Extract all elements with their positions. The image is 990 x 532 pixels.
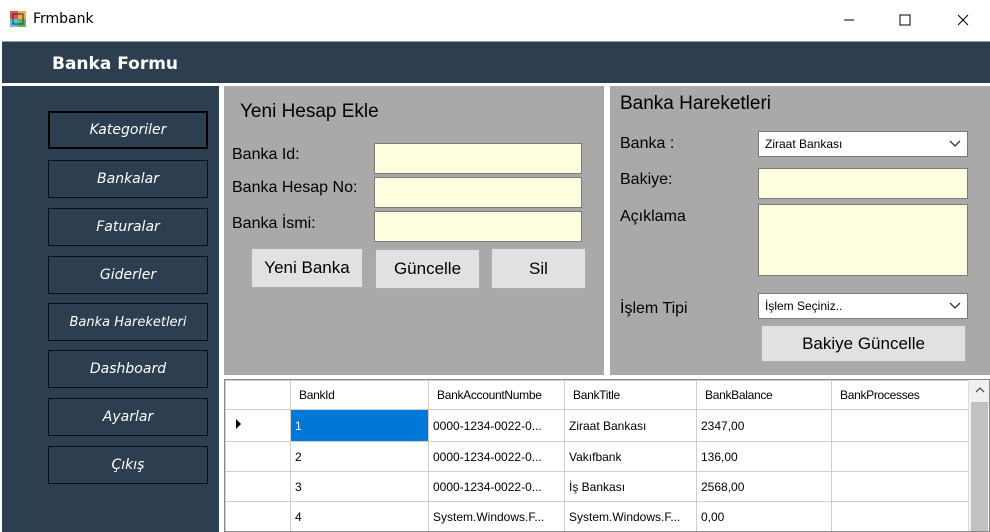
window-title: Frmbank xyxy=(33,11,94,27)
sidebar-item-ayarlar[interactable]: Ayarlar xyxy=(48,398,208,436)
row-header[interactable] xyxy=(225,501,291,531)
minimize-icon xyxy=(844,19,854,21)
cell-bankid[interactable]: 2 xyxy=(290,441,429,472)
maximize-button[interactable] xyxy=(882,0,928,40)
delete-button[interactable]: Sil xyxy=(491,248,586,289)
form-header: Banka Formu xyxy=(2,41,990,83)
new-account-panel: Yeni Hesap Ekle Banka Id: Banka Hesap No… xyxy=(224,86,604,375)
current-row-arrow-icon xyxy=(236,419,241,429)
account-no-label: Banka Hesap No: xyxy=(232,179,358,196)
scroll-up-button[interactable] xyxy=(969,380,989,400)
transactions-panel: Banka Hareketleri Banka : Ziraat Bankası… xyxy=(610,86,990,375)
transaction-type-value: İşlem Seçiniz.. xyxy=(765,299,843,313)
cell-bank-processes[interactable] xyxy=(831,471,971,502)
row-header[interactable] xyxy=(225,441,291,472)
cell-bank-processes[interactable] xyxy=(831,501,971,531)
bank-select-label: Banka : xyxy=(620,135,675,152)
update-balance-button[interactable]: Bakiye Güncelle xyxy=(761,325,966,362)
sidebar-item-banka-hareketleri[interactable]: Banka Hareketleri xyxy=(48,303,208,341)
vertical-scrollbar[interactable] xyxy=(968,380,989,531)
account-no-field[interactable] xyxy=(374,177,582,208)
cell-bank-balance[interactable]: 136,00 xyxy=(696,441,832,472)
sidebar-item-faturalar[interactable]: Faturalar xyxy=(48,208,208,246)
cell-bankid[interactable]: 4 xyxy=(290,501,429,531)
sidebar-item-giderler[interactable]: Giderler xyxy=(48,256,208,294)
sidebar: Kategoriler Bankalar Faturalar Giderler … xyxy=(2,86,219,532)
description-field[interactable] xyxy=(758,204,968,276)
cell-bank-title[interactable]: Ziraat Bankası xyxy=(564,409,697,442)
row-header-corner xyxy=(225,380,291,410)
header-title: Banka Formu xyxy=(52,54,179,74)
bank-data-grid[interactable]: BankId BankAccountNumbe BankTitle BankBa… xyxy=(224,379,990,532)
cell-bankid[interactable]: 3 xyxy=(290,471,429,502)
row-header[interactable] xyxy=(225,471,291,502)
new-bank-button[interactable]: Yeni Banka xyxy=(251,248,363,288)
cell-account-number[interactable]: 0000-1234-0022-0... xyxy=(428,409,565,442)
cell-bank-processes[interactable] xyxy=(831,409,971,442)
bank-select-value: Ziraat Bankası xyxy=(765,137,843,151)
cell-bankid[interactable]: 1 xyxy=(290,409,429,442)
transactions-title: Banka Hareketleri xyxy=(620,93,772,114)
scrollbar-thumb[interactable] xyxy=(971,402,988,531)
chevron-down-icon xyxy=(949,140,961,147)
cell-bank-balance[interactable]: 0,00 xyxy=(696,501,832,531)
cell-bank-balance[interactable]: 2347,00 xyxy=(696,409,832,442)
sidebar-item-bankalar[interactable]: Bankalar xyxy=(48,160,208,198)
bank-id-field[interactable] xyxy=(374,143,582,174)
column-header-bank-balance[interactable]: BankBalance xyxy=(696,380,832,410)
table-row[interactable]: 3 0000-1234-0022-0... İş Bankası 2568,00 xyxy=(225,471,971,502)
table-header-row: BankId BankAccountNumbe BankTitle BankBa… xyxy=(225,380,971,410)
maximize-icon xyxy=(899,14,911,26)
balance-label: Bakiye: xyxy=(620,171,673,188)
cell-account-number[interactable]: 0000-1234-0022-0... xyxy=(428,471,565,502)
table-row[interactable]: 2 0000-1234-0022-0... Vakıfbank 136,00 xyxy=(225,441,971,472)
balance-field[interactable] xyxy=(758,168,968,199)
close-icon xyxy=(957,14,969,26)
transaction-type-select[interactable]: İşlem Seçiniz.. xyxy=(758,293,968,319)
bank-select[interactable]: Ziraat Bankası xyxy=(758,131,968,157)
cell-bank-balance[interactable]: 2568,00 xyxy=(696,471,832,502)
cell-bank-title[interactable]: İş Bankası xyxy=(564,471,697,502)
table-row[interactable]: 1 0000-1234-0022-0... Ziraat Bankası 234… xyxy=(225,409,971,442)
new-account-title: Yeni Hesap Ekle xyxy=(240,101,379,122)
chevron-up-icon xyxy=(975,387,984,393)
sidebar-item-kategoriler[interactable]: Kategoriler xyxy=(48,111,208,149)
chevron-down-icon xyxy=(949,302,961,309)
table-row[interactable]: 4 System.Windows.F... System.Windows.F..… xyxy=(225,501,971,531)
column-header-account-number[interactable]: BankAccountNumbe xyxy=(428,380,565,410)
sidebar-item-dashboard[interactable]: Dashboard xyxy=(48,350,208,388)
bank-name-field[interactable] xyxy=(374,211,582,242)
bank-table: BankId BankAccountNumbe BankTitle BankBa… xyxy=(225,380,971,531)
description-label: Açıklama xyxy=(620,208,686,225)
cell-bank-title[interactable]: Vakıfbank xyxy=(564,441,697,472)
column-header-bank-processes[interactable]: BankProcesses xyxy=(831,380,971,410)
minimize-button[interactable] xyxy=(826,0,872,40)
cell-account-number[interactable]: 0000-1234-0022-0... xyxy=(428,441,565,472)
close-button[interactable] xyxy=(940,0,986,40)
cell-account-number[interactable]: System.Windows.F... xyxy=(428,501,565,531)
title-bar: Frmbank xyxy=(0,0,990,40)
cell-bank-processes[interactable] xyxy=(831,441,971,472)
bank-name-label: Banka İsmi: xyxy=(232,215,316,232)
app-window-icon xyxy=(10,11,26,27)
column-header-bankid[interactable]: BankId xyxy=(290,380,429,410)
bank-id-label: Banka Id: xyxy=(232,146,300,163)
row-header[interactable] xyxy=(225,409,291,442)
cell-bank-title[interactable]: System.Windows.F... xyxy=(564,501,697,531)
update-button[interactable]: Güncelle xyxy=(375,249,480,289)
column-header-bank-title[interactable]: BankTitle xyxy=(564,380,697,410)
sidebar-item-cikis[interactable]: Çıkış xyxy=(48,446,208,484)
transaction-type-label: İşlem Tipi xyxy=(620,300,688,317)
